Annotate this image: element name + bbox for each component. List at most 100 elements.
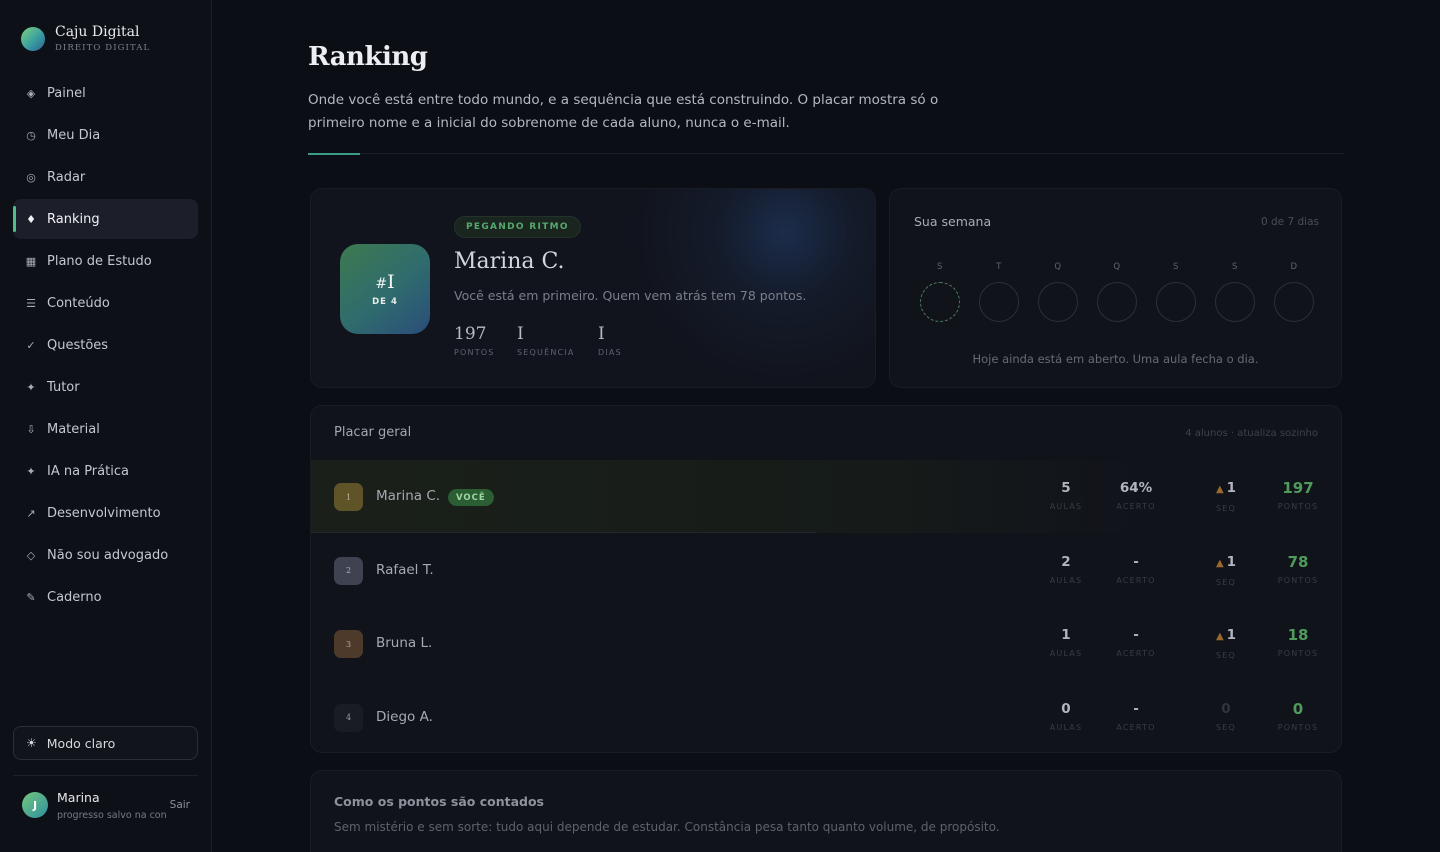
- download-icon: ⇩: [26, 422, 36, 436]
- metric-aulas: 5 AULAS: [1049, 480, 1083, 511]
- sidebar-item-painel[interactable]: ◈ Painel: [13, 73, 198, 113]
- metric-aulas: 2 AULAS: [1049, 553, 1083, 585]
- week-day: S: [1214, 262, 1256, 322]
- light-mode-label: Modo claro: [46, 735, 116, 751]
- brand[interactable]: Caju Digital DIREITO DIGITAL: [21, 24, 150, 54]
- week-card: Sua semana 0 de 7 dias Hoje ainda está e…: [889, 188, 1342, 388]
- sidebar-item-label: Não sou advogado: [47, 547, 169, 563]
- you-badge: VOCÊ: [448, 489, 494, 506]
- hero-student-name: Marina C.: [454, 249, 565, 274]
- metric-pontos: 197 PONTOS: [1277, 479, 1319, 511]
- stage-badge: PEGANDO RITMO: [454, 216, 581, 238]
- table-row[interactable]: 2 Rafael T. 2 AULAS - ACERTO ▲ 1 SEQ 78 PONTOS: [311, 534, 1343, 607]
- sun-icon: ☀: [26, 736, 37, 750]
- streak-flame-icon: ▲: [1215, 557, 1224, 569]
- grid-icon: ▦: [25, 254, 37, 268]
- sidebar-item-label: Ranking: [47, 211, 100, 227]
- rank-number: #I: [375, 271, 395, 293]
- student-name: Rafael T.: [376, 561, 434, 578]
- rank-total: DE 4: [372, 297, 398, 307]
- week-day-circle: [979, 282, 1019, 322]
- metric-aulas: 0 AULAS: [1049, 700, 1083, 732]
- sidebar-item-tutor[interactable]: ✦ Tutor: [13, 367, 198, 407]
- light-mode-button[interactable]: ☀ Modo claro: [13, 726, 198, 760]
- table-row[interactable]: 1 Marina C. VOCÊ 5 AULAS 64% ACERTO ▲ 1 SEQ 197 PON…: [311, 460, 1343, 533]
- sidebar-item-label: Plano de Estudo: [47, 253, 152, 269]
- rank-badge: #I DE 4: [340, 244, 430, 334]
- week-day-label: S: [1173, 262, 1179, 272]
- sidebar-item-ranking[interactable]: ♦ Ranking: [13, 199, 198, 239]
- sidebar-item-label: Caderno: [47, 589, 102, 605]
- metric-acerto: - ACERTO: [1116, 700, 1156, 732]
- week-day: Q: [1096, 262, 1138, 322]
- sidebar-item-label: Painel: [47, 85, 86, 101]
- sidebar-item-label: IA na Prática: [47, 463, 129, 479]
- sidebar-item-label: Questões: [47, 337, 109, 353]
- sidebar-item-plano-de-estudo[interactable]: ▦ Plano de Estudo: [13, 241, 198, 281]
- scoreboard-meta: 4 alunos · atualiza sozinho: [1185, 428, 1318, 439]
- diamond-solid-icon: ♦: [26, 212, 36, 226]
- rank-position: 3: [334, 630, 363, 658]
- check-icon: ✓: [26, 338, 36, 352]
- sidebar-item-conteudo[interactable]: ☰ Conteúdo: [13, 283, 198, 323]
- rank-position: 2: [334, 556, 363, 585]
- sidebar-item-label: Tutor: [47, 379, 80, 395]
- sidebar-item-questoes[interactable]: ✓ Questões: [13, 325, 198, 365]
- streak-flame-icon: ▲: [1215, 484, 1224, 495]
- points-explainer-description: Sem mistério e sem sorte: tudo aqui depe…: [334, 820, 1000, 834]
- brand-name: Caju Digital: [55, 24, 140, 40]
- sidebar-item-meu-dia[interactable]: ◷ Meu Dia: [13, 115, 198, 155]
- sidebar-item-label: Radar: [47, 169, 86, 185]
- avatar[interactable]: J: [22, 792, 48, 818]
- pencil-icon: ✎: [26, 590, 36, 604]
- week-day-circle: [1097, 282, 1137, 322]
- sidebar-item-material[interactable]: ⇩ Material: [13, 409, 198, 449]
- points-explainer-title: Como os pontos são contados: [334, 794, 544, 809]
- table-row[interactable]: 3 Bruna L. 1 AULAS - ACERTO ▲ 1 SEQ 18 PONTOS: [311, 607, 1343, 680]
- diamond-icon: ◈: [26, 86, 36, 100]
- rank-position: 1: [334, 483, 363, 511]
- hero-stat-points: 197 PONTOS: [454, 324, 495, 357]
- table-row[interactable]: 4 Diego A. 0 AULAS - ACERTO 0 SEQ 0 PONTOS: [311, 681, 1343, 754]
- week-day-label: S: [1232, 262, 1238, 272]
- brand-logo: [21, 27, 45, 51]
- hero-stat-days: I DIAS: [598, 324, 622, 357]
- metric-acerto: - ACERTO: [1116, 553, 1156, 585]
- week-day-circle: [1038, 282, 1078, 322]
- week-count: 0 de 7 dias: [1261, 216, 1319, 228]
- scoreboard-title: Placar geral: [334, 425, 412, 440]
- sidebar-item-desenvolvimento[interactable]: ↗ Desenvolvimento: [13, 493, 198, 533]
- sidebar-item-radar[interactable]: ◎ Radar: [13, 157, 198, 197]
- week-day: T: [978, 262, 1020, 322]
- sidebar-item-ia-na-pratica[interactable]: ✦ IA na Prática: [13, 451, 198, 491]
- rank-position: 4: [334, 703, 363, 732]
- sidebar-item-label: Meu Dia: [47, 127, 101, 143]
- metric-acerto: 64% ACERTO: [1116, 480, 1156, 511]
- metric-seq: 0 SEQ: [1215, 700, 1237, 732]
- diamond-outline-icon: ◇: [26, 548, 36, 562]
- points-explainer-card: Como os pontos são contados Sem mistério…: [310, 770, 1342, 852]
- week-day: S: [1155, 262, 1197, 322]
- metric-seq: ▲ 1 SEQ: [1215, 627, 1237, 660]
- streak-flame-icon: ▲: [1215, 631, 1224, 642]
- scoreboard-card: Placar geral 4 alunos · atualiza sozinho…: [310, 405, 1343, 754]
- sidebar-item-caderno[interactable]: ✎ Caderno: [13, 577, 198, 617]
- week-day-circle: [1156, 282, 1196, 322]
- title-divider-accent: [308, 153, 360, 155]
- metric-seq: ▲ 1 SEQ: [1215, 480, 1237, 513]
- user-profile: J Marina progresso salvo na cont Sair: [22, 790, 198, 826]
- week-note: Hoje ainda está em aberto. Uma aula fech…: [972, 352, 1259, 366]
- sidebar-item-nao-sou-advogado[interactable]: ◇ Não sou advogado: [13, 535, 198, 575]
- week-day-label: T: [996, 262, 1002, 272]
- trend-arrow-icon: ↗: [26, 506, 36, 520]
- sidebar-item-label: Conteúdo: [47, 295, 110, 311]
- target-icon: ◎: [26, 170, 36, 184]
- week-day-label: S: [937, 262, 943, 272]
- logout-link[interactable]: Sair: [170, 799, 190, 811]
- student-name: Diego A.: [376, 708, 433, 725]
- page-title: Ranking: [308, 42, 428, 72]
- sparkle-icon: ✦: [26, 380, 36, 394]
- hero-message: Você está em primeiro. Quem vem atrás te…: [454, 288, 807, 303]
- week-day-circle: [1274, 282, 1314, 322]
- week-day-circle: [1215, 282, 1255, 322]
